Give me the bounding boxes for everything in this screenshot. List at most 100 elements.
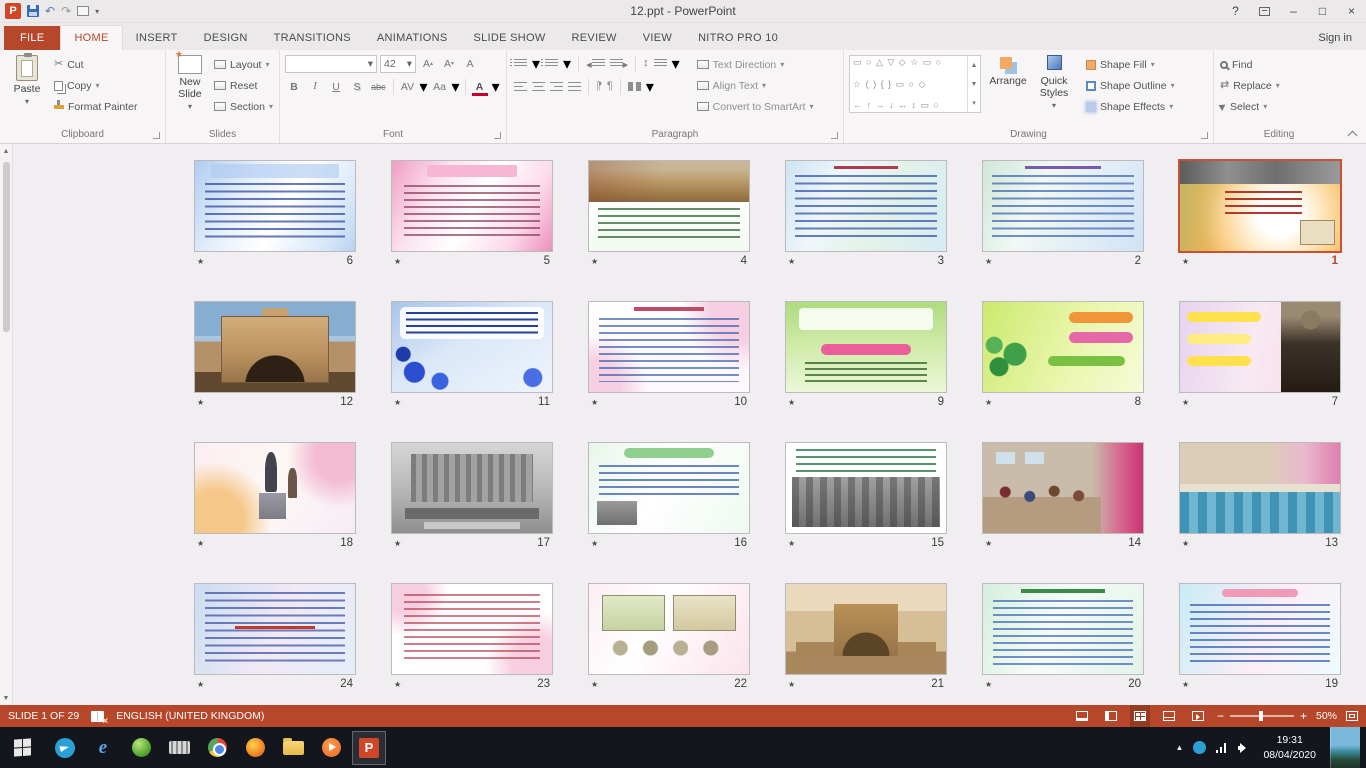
slide-thumbnail[interactable] [1180,302,1340,392]
format-painter-button[interactable]: Format Painter [51,96,140,117]
drawing-dialog-launcher-icon[interactable] [1201,132,1208,139]
slide-thumbnail[interactable] [983,443,1143,533]
reading-view-button[interactable] [1159,705,1179,727]
change-case-button[interactable]: Aa [431,78,449,96]
tab-design[interactable]: DESIGN [191,26,261,50]
zoom-in-button[interactable]: + [1300,710,1307,722]
zoom-slider-thumb[interactable] [1259,711,1263,721]
taskbar-internet-explorer-button[interactable]: e [86,731,120,765]
volume-icon[interactable] [1238,743,1249,753]
taskbar-green-app-button[interactable] [124,731,158,765]
vertical-scrollbar[interactable]: ▲ ▼ [0,144,13,705]
slide-show-button[interactable] [1188,705,1208,727]
font-color-button[interactable]: A [471,78,489,96]
zoom-level[interactable]: 50% [1316,710,1337,722]
fit-slide-to-window-icon[interactable] [1346,711,1358,721]
reset-button[interactable]: Reset [211,75,276,96]
tab-transitions[interactable]: TRANSITIONS [261,26,364,50]
copy-button[interactable]: Copy [51,75,140,96]
shapes-more-icon[interactable] [968,93,980,112]
slide-thumbnail[interactable] [195,443,355,533]
tab-home[interactable]: HOME [60,25,122,50]
slide-thumbnail[interactable] [1180,584,1340,674]
shape-outline-button[interactable]: Shape Outline [1083,75,1178,96]
show-desktop-area[interactable] [1330,727,1360,768]
paragraph-dialog-launcher-icon[interactable] [831,132,838,139]
shapes-scroll-down-icon[interactable]: ▼ [968,75,980,94]
slide-thumbnail[interactable] [786,302,946,392]
tab-review[interactable]: REVIEW [559,26,630,50]
font-dialog-launcher-icon[interactable] [494,132,501,139]
ribbon-display-options-button[interactable] [1250,0,1279,22]
taskbar-clock[interactable]: 19:31 08/04/2020 [1259,733,1320,761]
slide-thumbnail[interactable] [392,302,552,392]
tab-slide-show[interactable]: SLIDE SHOW [460,26,558,50]
align-right-button[interactable] [550,82,563,91]
justify-button[interactable] [568,82,581,91]
taskbar-telegram-button[interactable] [48,731,82,765]
left-to-right-paragraph-icon[interactable]: ¶ [596,81,602,92]
font-name-combo[interactable] [285,55,377,73]
slide-sorter-view-button[interactable] [1130,705,1150,727]
convert-smartart-button[interactable]: Convert to SmartArt [694,96,817,117]
save-icon[interactable] [27,5,39,17]
columns-icon[interactable] [628,82,641,91]
tab-file[interactable]: FILE [4,26,60,50]
redo-icon[interactable]: ↷ [61,5,71,17]
layout-button[interactable]: Layout [211,54,276,75]
network-icon[interactable] [1216,743,1228,753]
italic-button[interactable]: I [306,78,324,96]
undo-icon[interactable]: ↶ [45,5,55,17]
slide-thumbnail[interactable] [195,161,355,251]
scrollbar-thumb[interactable] [3,162,10,332]
scroll-up-icon[interactable]: ▲ [3,144,10,158]
increase-indent-button[interactable]: ▸ [610,55,629,73]
scroll-down-icon[interactable]: ▼ [3,691,10,705]
tray-app-icon[interactable] [1193,741,1206,754]
slide-thumbnail[interactable] [392,161,552,251]
grow-font-button[interactable]: A [419,55,437,73]
right-to-left-paragraph-icon[interactable]: ¶ [607,81,613,92]
font-size-combo[interactable]: 42 [380,55,416,73]
align-text-button[interactable]: Align Text [694,75,817,96]
hidden-icons-button[interactable]: ▲ [1176,743,1184,752]
replace-button[interactable]: ⇄Replace [1217,75,1283,96]
bullets-icon[interactable] [514,59,527,68]
tab-nitro-pro[interactable]: NITRO PRO 10 [685,26,791,50]
tab-insert[interactable]: INSERT [123,26,191,50]
slide-thumbnail[interactable] [195,302,355,392]
sign-in-link[interactable]: Sign in [1318,32,1352,44]
shapes-scroll-up-icon[interactable]: ▲ [968,56,980,75]
slide-thumbnail[interactable] [392,584,552,674]
quick-styles-button[interactable]: Quick Styles [1031,52,1077,116]
tab-animations[interactable]: ANIMATIONS [364,26,461,50]
bold-button[interactable]: B [285,78,303,96]
taskbar-firefox-button[interactable] [238,731,272,765]
section-button[interactable]: Section [211,96,276,117]
shape-effects-button[interactable]: Shape Effects [1083,96,1178,117]
maximize-button[interactable]: □ [1308,0,1337,22]
line-spacing-icon[interactable]: ↕ [643,58,649,69]
taskbar-file-explorer-button[interactable] [276,731,310,765]
start-button[interactable] [0,727,44,768]
strikethrough-button[interactable]: abc [369,78,388,96]
zoom-slider[interactable] [1230,715,1294,717]
slide-thumbnail[interactable] [983,584,1143,674]
minimize-button[interactable]: – [1279,0,1308,22]
text-direction-button[interactable]: Text Direction [694,54,817,75]
align-left-button[interactable] [514,82,527,91]
shapes-gallery[interactable]: ▭ ○ △ ▽ ◇ ☆ ▭ ○ ☆ ( ) { } ▭ ○ ◇ ← ↑ → ↓ … [849,55,981,113]
select-button[interactable]: Select [1217,96,1283,117]
language-indicator[interactable]: ENGLISH (UNITED KINGDOM) [116,710,264,722]
cut-button[interactable]: ✂Cut [51,54,140,75]
slide-thumbnail[interactable] [983,302,1143,392]
find-button[interactable]: Find [1217,54,1283,75]
paste-button[interactable]: Paste [3,52,51,116]
slide-thumbnail[interactable] [195,584,355,674]
zoom-out-button[interactable]: − [1217,710,1224,722]
taskbar-powerpoint-button[interactable]: P [352,731,386,765]
help-button[interactable]: ? [1221,0,1250,22]
notes-button[interactable] [1072,705,1092,727]
clear-formatting-button[interactable]: A [461,55,479,73]
slide-thumbnail[interactable] [786,161,946,251]
